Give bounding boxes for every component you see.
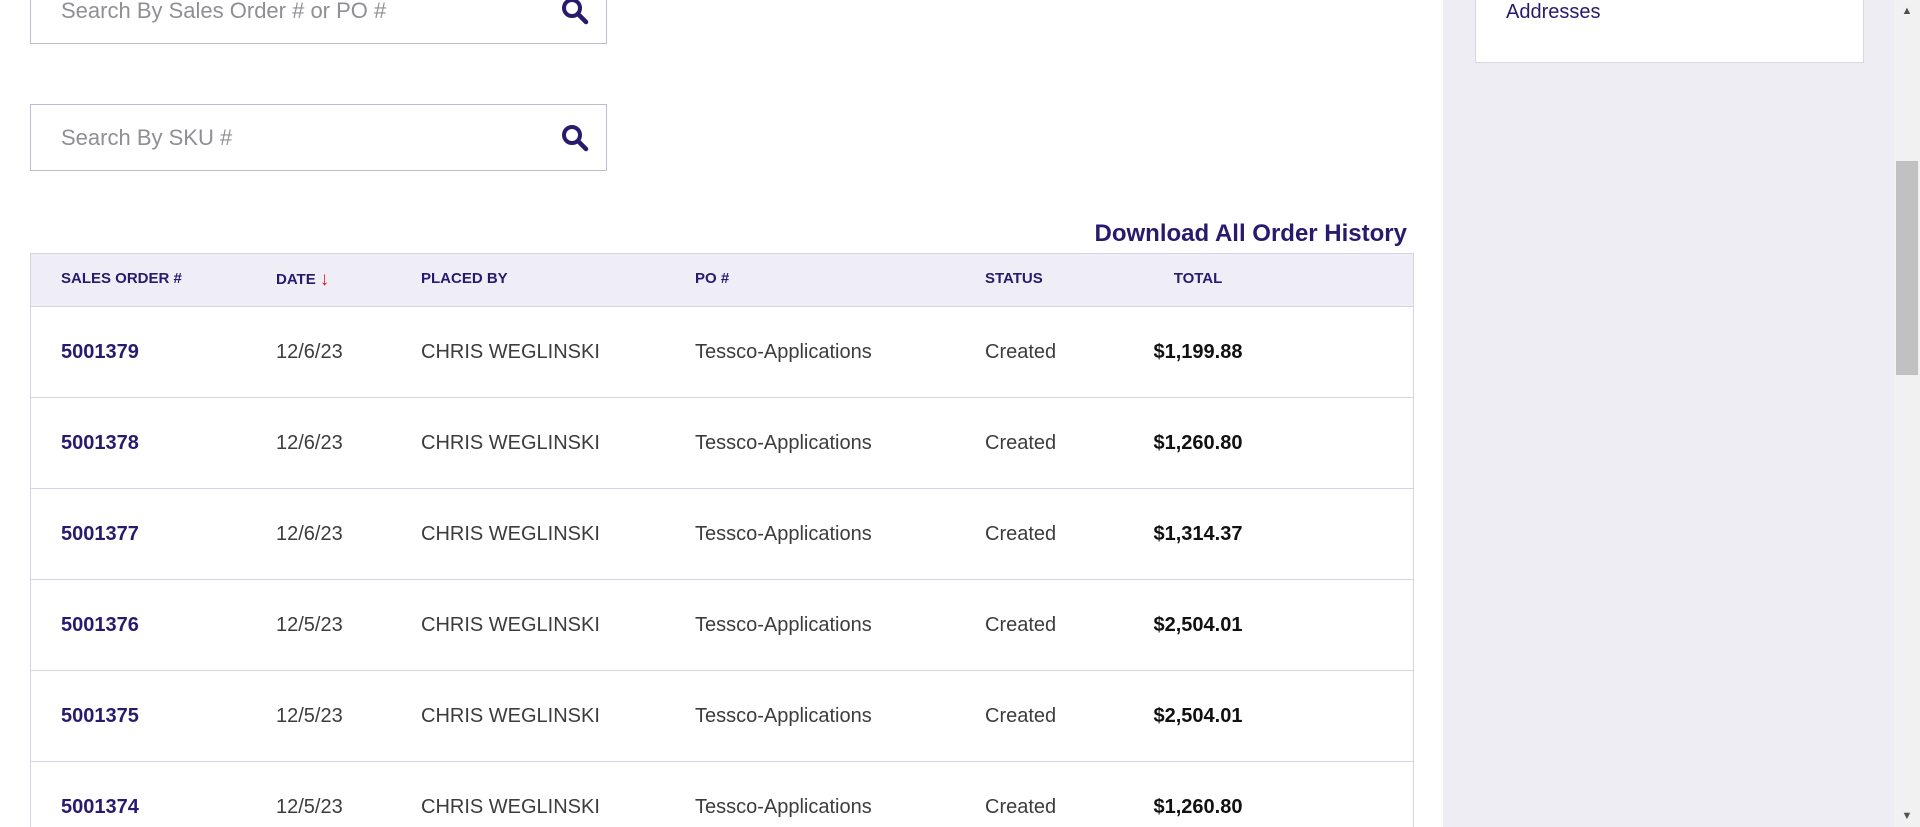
header-total[interactable]: TOTAL: [1143, 254, 1253, 307]
search-icon[interactable]: [560, 123, 590, 153]
po-number: Tessco-Applications: [695, 341, 872, 363]
order-date: 12/6/23: [276, 523, 343, 545]
scroll-down-arrow-icon[interactable]: ▼: [1894, 805, 1920, 827]
table-row: 5001375 12/5/23 CHRIS WEGLINSKI Tessco-A…: [31, 671, 1413, 762]
order-total: $2,504.01: [1153, 614, 1243, 636]
po-number: Tessco-Applications: [695, 432, 872, 454]
order-search-box: [30, 0, 607, 44]
placed-by: CHRIS WEGLINSKI: [421, 432, 600, 454]
po-number: Tessco-Applications: [695, 796, 872, 818]
order-history-table: SALES ORDER # DATE ↓ PLACED BY PO # STATU…: [30, 253, 1414, 827]
search-icon[interactable]: [560, 0, 590, 26]
table-row: 5001379 12/6/23 CHRIS WEGLINSKI Tessco-A…: [31, 307, 1413, 398]
placed-by: CHRIS WEGLINSKI: [421, 796, 600, 818]
order-total: $1,314.37: [1153, 523, 1243, 545]
header-date-label: DATE: [276, 271, 316, 288]
scroll-up-arrow-icon[interactable]: ▲: [1894, 0, 1920, 22]
header-po[interactable]: PO #: [695, 254, 729, 307]
po-number: Tessco-Applications: [695, 614, 872, 636]
sku-search-box: [30, 104, 607, 171]
main-content: Download All Order History SALES ORDER #…: [0, 0, 1443, 827]
sales-order-link[interactable]: 5001379: [61, 307, 139, 398]
sales-order-link[interactable]: 5001375: [61, 671, 139, 762]
order-total: $1,199.88: [1153, 341, 1243, 363]
header-date[interactable]: DATE ↓: [276, 254, 329, 307]
scrollbar-thumb[interactable]: [1896, 161, 1918, 375]
account-sidebar: Addresses: [1443, 0, 1894, 827]
order-date: 12/5/23: [276, 614, 343, 636]
sales-order-link[interactable]: 5001377: [61, 489, 139, 580]
table-header: SALES ORDER # DATE ↓ PLACED BY PO # STATU…: [31, 254, 1413, 307]
order-total: $2,504.01: [1153, 705, 1243, 727]
sales-order-link[interactable]: 5001378: [61, 398, 139, 489]
table-row: 5001377 12/6/23 CHRIS WEGLINSKI Tessco-A…: [31, 489, 1413, 580]
header-sales-order[interactable]: SALES ORDER #: [61, 254, 182, 307]
download-order-history-link[interactable]: Download All Order History: [1095, 220, 1407, 248]
vertical-scrollbar[interactable]: ▲ ▼: [1894, 0, 1920, 827]
order-total: $1,260.80: [1153, 796, 1243, 818]
sidebar-nav-card: Addresses: [1475, 0, 1864, 63]
table-row: 5001374 12/5/23 CHRIS WEGLINSKI Tessco-A…: [31, 762, 1413, 827]
order-date: 12/5/23: [276, 705, 343, 727]
header-placed-by[interactable]: PLACED BY: [421, 254, 508, 307]
po-number: Tessco-Applications: [695, 523, 872, 545]
sales-order-link[interactable]: 5001376: [61, 580, 139, 671]
order-date: 12/6/23: [276, 341, 343, 363]
header-status[interactable]: STATUS: [985, 254, 1043, 307]
table-row: 5001376 12/5/23 CHRIS WEGLINSKI Tessco-A…: [31, 580, 1413, 671]
placed-by: CHRIS WEGLINSKI: [421, 523, 600, 545]
order-search-input[interactable]: [61, 0, 541, 43]
order-status: Created: [985, 432, 1057, 454]
order-status: Created: [985, 705, 1057, 727]
order-status: Created: [985, 614, 1057, 636]
po-number: Tessco-Applications: [695, 705, 872, 727]
sales-order-link[interactable]: 5001374: [61, 762, 139, 827]
sidebar-item-addresses[interactable]: Addresses: [1506, 1, 1601, 24]
sort-down-arrow-icon: ↓: [319, 269, 330, 290]
order-status: Created: [985, 341, 1057, 363]
order-date: 12/6/23: [276, 432, 343, 454]
placed-by: CHRIS WEGLINSKI: [421, 341, 600, 363]
table-row: 5001378 12/6/23 CHRIS WEGLINSKI Tessco-A…: [31, 398, 1413, 489]
order-status: Created: [985, 796, 1057, 818]
order-status: Created: [985, 523, 1057, 545]
placed-by: CHRIS WEGLINSKI: [421, 705, 600, 727]
order-total: $1,260.80: [1153, 432, 1243, 454]
sku-search-input[interactable]: [61, 105, 541, 170]
order-date: 12/5/23: [276, 796, 343, 818]
placed-by: CHRIS WEGLINSKI: [421, 614, 600, 636]
